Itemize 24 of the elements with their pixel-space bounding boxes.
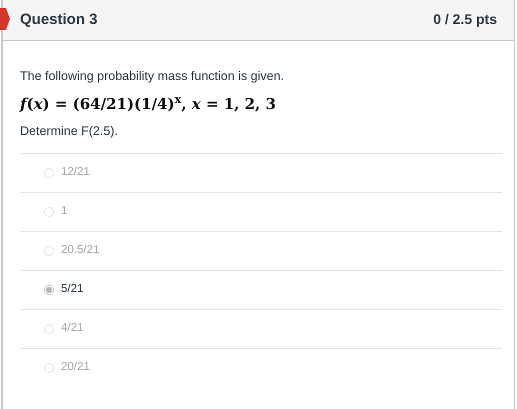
instruction-text: Determine F(2.5). — [20, 123, 119, 140]
answer-label: 1 — [61, 204, 68, 220]
radio-button[interactable] — [44, 246, 54, 256]
radio-button[interactable] — [44, 324, 54, 334]
answer-option[interactable]: 20/21 — [20, 348, 502, 387]
answer-option[interactable]: 1 — [20, 192, 502, 231]
answer-option[interactable]: 12/21 — [20, 153, 502, 192]
answer-option[interactable]: 4/21 — [20, 309, 502, 348]
question-title: Question 3 — [20, 10, 98, 30]
answer-label: 5/21 — [61, 282, 84, 298]
answer-option[interactable]: 20.5/21 — [20, 231, 502, 270]
prompt-text: The following probability mass function is given. — [20, 68, 286, 85]
points-label: 0 / 2.5 pts — [433, 10, 497, 29]
answer-option[interactable]: 5/21 — [20, 270, 502, 309]
answer-label: 12/21 — [61, 165, 90, 180]
radio-button[interactable] — [44, 363, 54, 373]
formula-text: f(x) = (64/21)(1/4)$^{x}$, x = 1, 2, 3 — [20, 92, 277, 115]
radio-button[interactable] — [44, 207, 54, 217]
radio-button[interactable] — [44, 168, 54, 178]
radio-button[interactable] — [44, 285, 54, 295]
answer-label: 20.5/21 — [61, 243, 100, 258]
answer-label: 4/21 — [61, 321, 84, 336]
flag-marker — [0, 8, 10, 30]
answer-label: 20/21 — [61, 360, 90, 376]
